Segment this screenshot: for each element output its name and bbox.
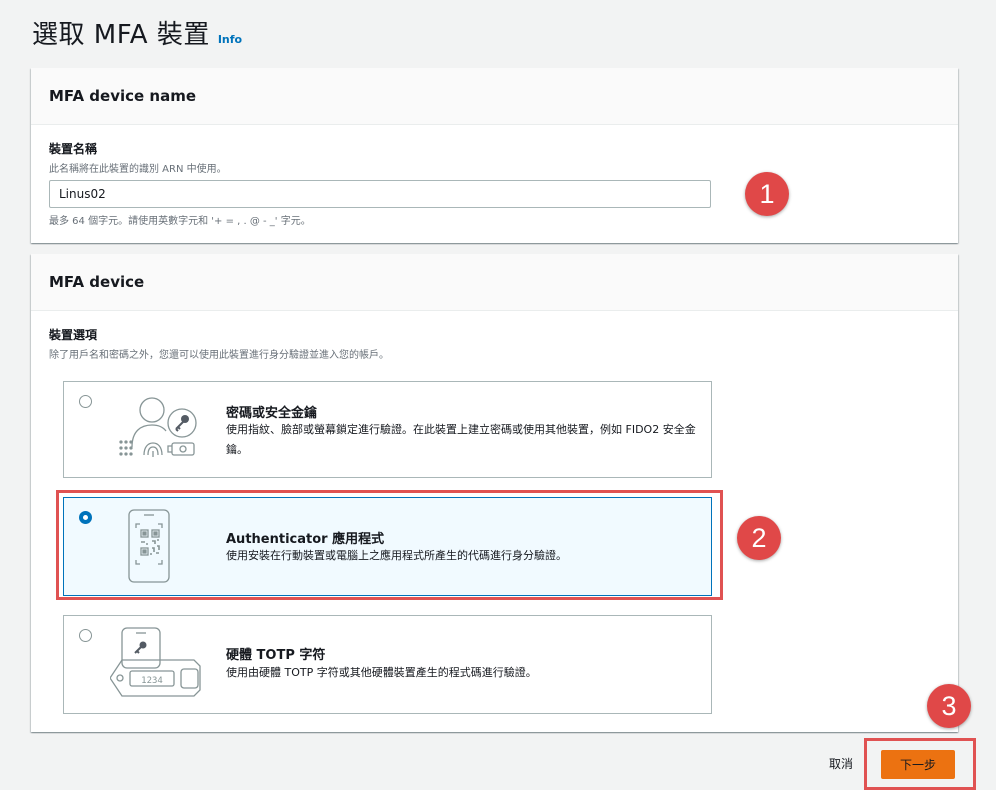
panel-header: MFA device name	[31, 68, 958, 125]
device-name-description: 此名稱將在此裝置的識別 ARN 中使用。	[49, 164, 227, 175]
option-description: 使用由硬體 TOTP 字符或其他硬體裝置產生的程式碼進行驗證。	[226, 666, 537, 679]
option-title: 硬體 TOTP 字符	[226, 648, 326, 663]
option-passkey[interactable]: 密碼或安全金鑰 使用指紋、臉部或螢幕鎖定進行驗證。在此裝置上建立密碼或使用其他裝…	[63, 381, 712, 478]
next-button[interactable]: 下一步	[881, 750, 955, 779]
info-link[interactable]: Info	[218, 33, 242, 46]
panel-heading: MFA device name	[49, 87, 197, 105]
option-title: 密碼或安全金鑰	[226, 406, 318, 421]
step-badge-1: 1	[745, 172, 789, 216]
device-options-label: 裝置選項	[49, 328, 98, 342]
hardware-token-icon: 1234	[110, 627, 201, 697]
passkey-icon	[119, 397, 197, 457]
panel-body: 裝置名稱 此名稱將在此裝置的識別 ARN 中使用。 最多 64 個字元。請使用英…	[31, 125, 958, 242]
option-description: 使用指紋、臉部或螢幕鎖定進行驗證。在此裝置上建立密碼或使用其他裝置，例如 FID…	[226, 423, 696, 456]
device-options-description: 除了用戶名和密碼之外，您還可以使用此裝置進行身分驗證並進入您的帳戶。	[49, 350, 389, 361]
panel-heading: MFA device	[49, 273, 145, 291]
page-title: 選取 MFA 裝置	[32, 20, 210, 50]
device-name-input[interactable]	[49, 180, 711, 208]
option-hardware-token[interactable]: 1234 硬體 TOTP 字符 使用由硬體 TOTP 字符或其他硬體裝置產生的程…	[63, 615, 712, 714]
annotation-highlight-option	[56, 490, 723, 600]
panel-header: MFA device	[31, 254, 958, 311]
device-name-label: 裝置名稱	[49, 142, 98, 156]
panel-body: 裝置選項 除了用戶名和密碼之外，您還可以使用此裝置進行身分驗證並進入您的帳戶。	[31, 311, 958, 376]
hardware-token-radio[interactable]	[79, 629, 92, 642]
page-header: 選取 MFA 裝置 Info	[32, 14, 242, 51]
cancel-button[interactable]: 取消	[829, 755, 853, 772]
mfa-device-name-panel: MFA device name 裝置名稱 此名稱將在此裝置的識別 ARN 中使用…	[31, 68, 958, 243]
token-code-display: 1234	[141, 676, 163, 686]
step-badge-2: 2	[737, 516, 781, 560]
passkey-radio[interactable]	[79, 395, 92, 408]
device-name-constraint: 最多 64 個字元。請使用英數字元和 '+ = , . @ - _' 字元。	[49, 216, 311, 227]
step-badge-3: 3	[927, 684, 971, 728]
